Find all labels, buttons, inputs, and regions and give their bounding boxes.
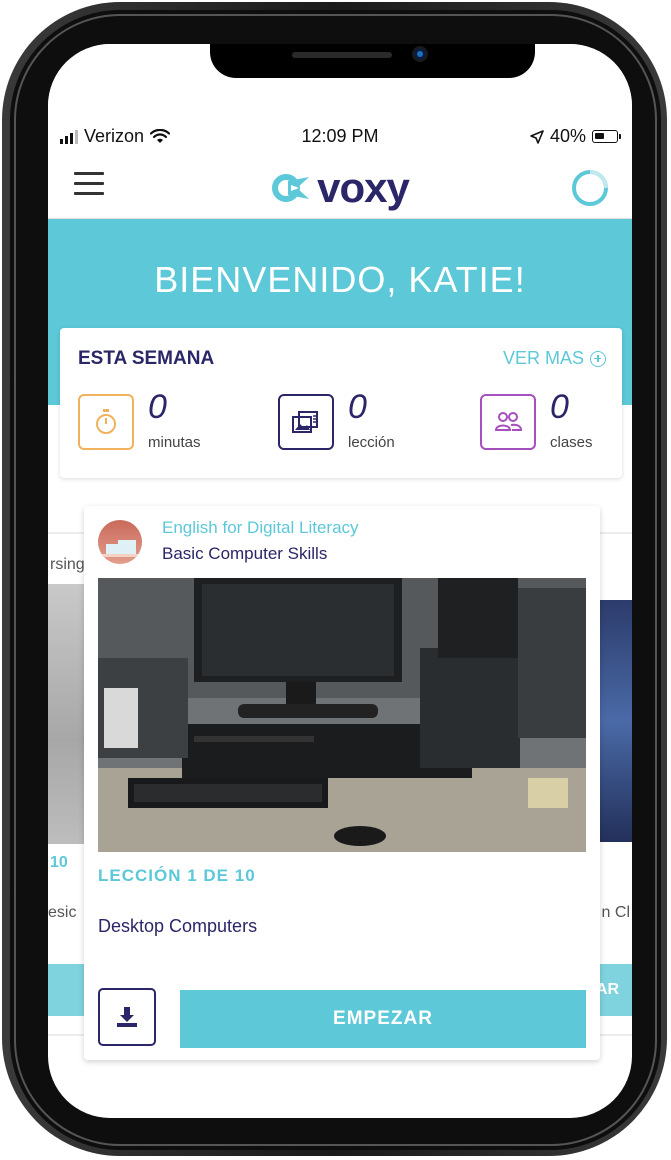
download-button[interactable] (98, 988, 156, 1046)
week-summary-card: ESTA SEMANA VER MAS 0 minutas 0 lección … (60, 328, 622, 478)
stopwatch-icon (78, 394, 134, 450)
phone-speaker (292, 52, 392, 58)
previous-lesson-name: esic (48, 904, 77, 921)
plus-circle-icon (590, 350, 606, 367)
stat-minutes-label: minutas (148, 434, 201, 451)
previous-lesson-image (48, 584, 84, 844)
logo-text: voxy (317, 164, 410, 211)
see-more-label: VER MAS (502, 348, 584, 368)
app-bar: voxy (48, 164, 632, 220)
progress-ring-icon[interactable] (570, 168, 610, 208)
lesson-name: Desktop Computers (98, 916, 258, 936)
next-lesson-name: n Cl (601, 904, 630, 921)
see-more-link[interactable]: VER MAS (503, 348, 606, 369)
battery-percent: 40% (549, 126, 586, 146)
stat-lessons-label: lección (348, 434, 395, 451)
course-title: English for Digital Literacy (162, 518, 359, 537)
group-users-icon (480, 394, 536, 450)
welcome-title: BIENVENIDO, KATIE! (154, 259, 526, 300)
stat-minutes-value: 0 (148, 388, 167, 426)
week-title: ESTA SEMANA (78, 348, 215, 369)
phone-camera (414, 48, 426, 60)
next-lesson-button[interactable]: AR (596, 964, 632, 1016)
location-arrow-icon (530, 129, 544, 144)
stat-lessons-value: 0 (348, 388, 367, 426)
course-subtitle: Basic Computer Skills (162, 544, 328, 563)
lesson-image (98, 578, 586, 852)
battery-icon (592, 130, 621, 143)
lesson-number-label: LECCIÓN 1 DE 10 (98, 866, 256, 885)
phone-notch (210, 44, 535, 78)
lesson-card[interactable]: English for Digital Literacy Basic Compu… (84, 506, 600, 1060)
voxy-logo-mark-icon (272, 174, 310, 202)
voxy-logo: voxy (48, 164, 632, 211)
course-avatar (98, 520, 142, 564)
previous-lesson-button[interactable] (48, 964, 84, 1016)
download-icon (117, 1007, 137, 1027)
lesson-images-icon (278, 394, 334, 450)
next-lesson-image (596, 600, 632, 842)
start-button[interactable]: EMPEZAR (180, 990, 586, 1048)
stat-classes-value: 0 (550, 388, 569, 426)
previous-lesson-number: 10 (50, 854, 68, 871)
status-right: 40% (530, 126, 621, 147)
previous-lesson-snippet: rsing (50, 556, 85, 573)
stat-classes-label: clases (550, 434, 593, 451)
phone-screen: Verizon 12:09 PM 40% voxy BIENVENIDO, KA… (48, 44, 632, 1118)
